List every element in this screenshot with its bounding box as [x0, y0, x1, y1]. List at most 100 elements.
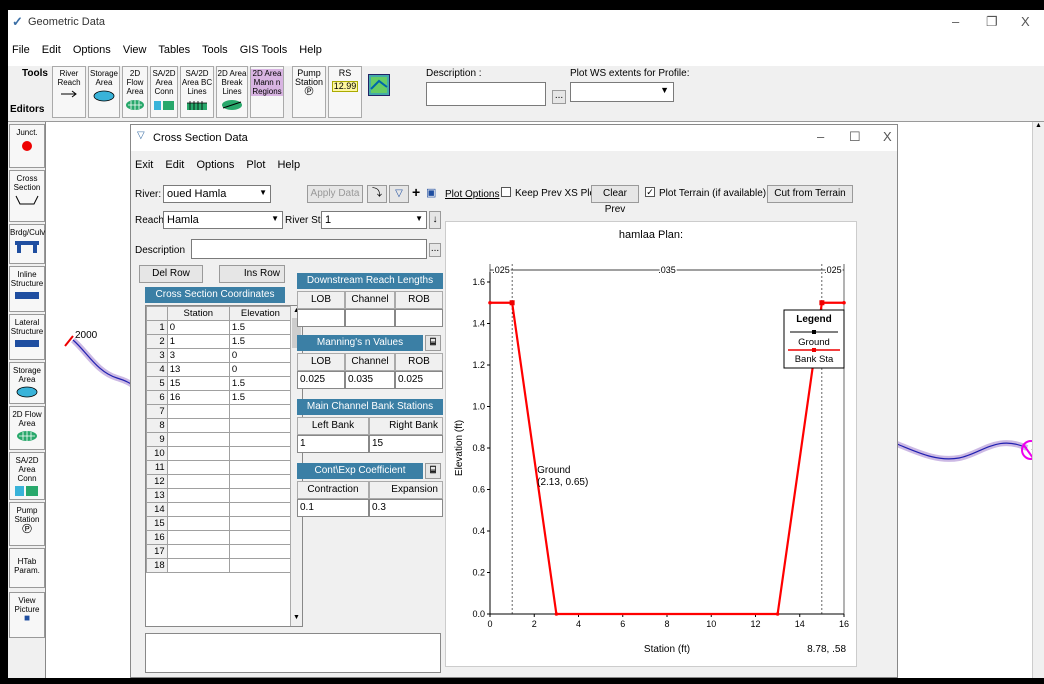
elevation-cell[interactable]: 1.5	[228, 376, 293, 391]
elevation-cell[interactable]: 1.5	[228, 390, 293, 405]
table-row[interactable]: 4 13 0	[146, 362, 293, 377]
elevation-cell[interactable]	[228, 488, 293, 503]
description-input[interactable]	[426, 82, 546, 106]
dialog-minimize-button[interactable]: –	[817, 129, 824, 144]
dialog-menu-plot[interactable]: Plot	[246, 159, 265, 171]
elevation-cell[interactable]: 0	[228, 348, 293, 363]
n-rob-input[interactable]: 0.025	[395, 371, 443, 389]
station-cell[interactable]	[166, 530, 230, 545]
dialog-close-button[interactable]: X	[883, 129, 892, 144]
view-picture-button[interactable]: View Picture ■	[9, 592, 45, 638]
contraction-input[interactable]: 0.1	[297, 499, 369, 517]
plot-options-link[interactable]: Plot Options	[445, 189, 499, 200]
cut-from-terrain-button[interactable]: Cut from Terrain	[767, 185, 853, 203]
elevation-cell[interactable]	[228, 460, 293, 475]
reach-select[interactable]: Hamla ▼	[163, 211, 283, 229]
dialog-menu-options[interactable]: Options	[196, 159, 234, 171]
table-row[interactable]: 16	[146, 530, 293, 545]
table-row[interactable]: 11	[146, 460, 293, 475]
elevation-cell[interactable]	[228, 558, 293, 573]
description-browse-button[interactable]: ...	[429, 243, 441, 257]
left-bank-input[interactable]: 1	[297, 435, 369, 453]
station-cell[interactable]	[166, 432, 230, 447]
table-row[interactable]: 13	[146, 488, 293, 503]
bridge-culvert-button[interactable]: Brdg/Culv	[9, 224, 45, 264]
table-row[interactable]: 15	[146, 516, 293, 531]
del-row-button[interactable]: Del Row	[139, 265, 203, 283]
menu-tools[interactable]: Tools	[202, 44, 228, 56]
close-button[interactable]: X	[1021, 14, 1030, 29]
station-cell[interactable]	[166, 488, 230, 503]
mannings-table-icon[interactable]: ⌸	[425, 335, 441, 351]
cont-exp-table-icon[interactable]: ⌸	[425, 463, 441, 479]
sa-2d-conn-editor-button[interactable]: SA/2D Area Conn	[9, 452, 45, 500]
apply-data-button[interactable]: Apply Data	[307, 185, 363, 203]
elevation-cell[interactable]: 1.5	[228, 320, 293, 335]
plot-terrain-checkbox[interactable]: ✓	[645, 187, 655, 197]
dialog-menu-edit[interactable]: Edit	[165, 159, 184, 171]
table-row[interactable]: 9	[146, 432, 293, 447]
htab-param-button[interactable]: HTab Param.	[9, 548, 45, 588]
river-reach-button[interactable]: River Reach	[52, 66, 86, 118]
maximize-button[interactable]: ❐	[986, 14, 998, 30]
menu-file[interactable]: File	[12, 44, 30, 56]
station-cell[interactable]	[166, 516, 230, 531]
station-cell[interactable]	[166, 502, 230, 517]
sa-2d-area-conn-button[interactable]: SA/2D Area Conn	[150, 66, 178, 118]
menu-tables[interactable]: Tables	[158, 44, 190, 56]
rs-button[interactable]: RS 12.99	[328, 66, 362, 118]
elevation-cell[interactable]	[228, 516, 293, 531]
river-sta-select[interactable]: 1 ▼	[321, 211, 427, 229]
station-cell[interactable]: 1	[166, 334, 230, 349]
station-cell[interactable]	[166, 446, 230, 461]
station-cell[interactable]: 3	[166, 348, 230, 363]
station-cell[interactable]: 15	[166, 376, 230, 391]
station-cell[interactable]: 16	[166, 390, 230, 405]
table-row[interactable]: 18	[146, 558, 293, 573]
next-down-icon[interactable]: ↓	[429, 211, 441, 229]
keep-prev-checkbox[interactable]	[501, 187, 511, 197]
xs-description-input[interactable]	[191, 239, 427, 259]
junction-button[interactable]: Junct.	[9, 124, 45, 168]
channel-length-input[interactable]	[345, 309, 395, 327]
station-cell[interactable]	[166, 474, 230, 489]
table-row[interactable]: 10	[146, 446, 293, 461]
table-row[interactable]: 6 16 1.5	[146, 390, 293, 405]
lob-length-input[interactable]	[297, 309, 345, 327]
elevation-cell[interactable]	[228, 530, 293, 545]
coordinates-table[interactable]: Station Elevation 1 0 1.5 2 1 1.5 3 3 0 4 13 0 5 15 1.…	[145, 305, 303, 627]
2d-flow-area-button[interactable]: 2D Flow Area	[122, 66, 148, 118]
profile-select[interactable]: ▼	[570, 82, 674, 102]
elevation-cell[interactable]	[228, 502, 293, 517]
ins-row-button[interactable]: Ins Row	[219, 265, 285, 283]
station-cell[interactable]	[166, 460, 230, 475]
menu-help[interactable]: Help	[299, 44, 322, 56]
table-row[interactable]: 7	[146, 404, 293, 419]
add-icon[interactable]: +	[412, 184, 420, 200]
rob-length-input[interactable]	[395, 309, 443, 327]
river-select[interactable]: oued Hamla ▼	[163, 185, 271, 203]
elevation-cell[interactable]	[228, 404, 293, 419]
table-row[interactable]: 12	[146, 474, 293, 489]
elevation-cell[interactable]: 0	[228, 362, 293, 377]
dialog-menu-exit[interactable]: Exit	[135, 159, 153, 171]
station-cell[interactable]	[166, 544, 230, 559]
elevation-cell[interactable]	[228, 432, 293, 447]
n-lob-input[interactable]: 0.025	[297, 371, 345, 389]
elevation-cell[interactable]	[228, 474, 293, 489]
2d-area-break-lines-button[interactable]: 2D Area Break Lines	[216, 66, 248, 118]
storage-area-editor-button[interactable]: Storage Area	[9, 362, 45, 404]
expansion-input[interactable]: 0.3	[369, 499, 443, 517]
menu-view[interactable]: View	[123, 44, 147, 56]
2d-area-mann-n-regions-button[interactable]: 2D Area Mann n Regions	[250, 66, 284, 118]
xs-plot-icon[interactable]: ▽	[389, 185, 409, 203]
cross-section-tool-icon[interactable]: ⤵	[367, 185, 387, 203]
storage-area-button[interactable]: Storage Area	[88, 66, 120, 118]
menu-gis-tools[interactable]: GIS Tools	[240, 44, 288, 56]
inline-structure-button[interactable]: Inline Structure	[9, 266, 45, 312]
dialog-maximize-button[interactable]: ☐	[849, 129, 861, 145]
pump-station-button[interactable]: Pump Station ℗	[292, 66, 326, 118]
map-layers-icon[interactable]	[368, 74, 390, 96]
table-row[interactable]: 330	[146, 348, 293, 363]
n-channel-input[interactable]: 0.035	[345, 371, 395, 389]
